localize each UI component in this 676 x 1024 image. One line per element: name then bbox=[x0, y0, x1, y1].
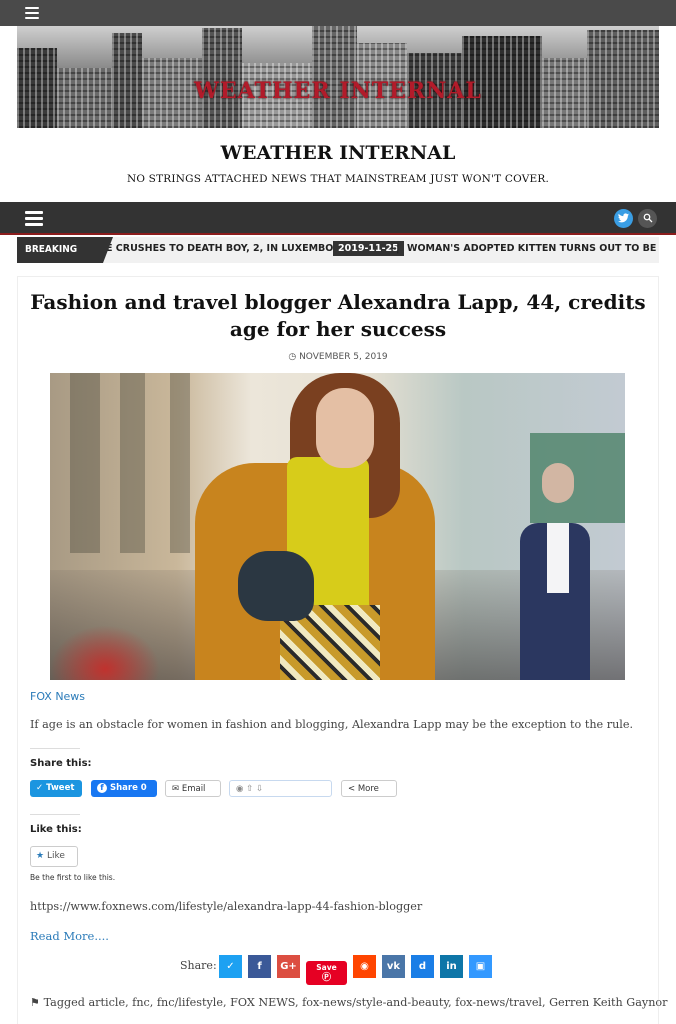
like-button[interactable]: ★ Like bbox=[30, 846, 78, 867]
pinterest-save-label: Save bbox=[316, 963, 337, 972]
first-to-like-text: Be the first to like this. bbox=[30, 873, 116, 882]
ticker-item[interactable]: WOMAN'S ADOPTED KITTEN TURNS OUT TO BE W… bbox=[407, 243, 659, 254]
facebook-share-button[interactable]: f Share 0 bbox=[91, 780, 157, 797]
menu-icon[interactable] bbox=[25, 211, 43, 226]
ticker-date: 2019-11-25 bbox=[333, 241, 404, 256]
share-label: Share: bbox=[180, 959, 217, 972]
article-headline[interactable]: Fashion and travel blogger Alexandra Lap… bbox=[30, 289, 646, 343]
site-title[interactable]: WEATHER INTERNAL bbox=[0, 142, 676, 164]
clock-icon: ◷ bbox=[288, 352, 297, 362]
email-share-button[interactable]: ✉ Email bbox=[165, 780, 221, 797]
header-banner[interactable]: WEATHER INTERNAL bbox=[17, 26, 659, 128]
top-bar bbox=[0, 0, 676, 26]
twitter-share-icon[interactable]: ✓ bbox=[219, 955, 242, 978]
pinterest-icon: Ⓟ bbox=[321, 973, 331, 983]
pinterest-save-button[interactable]: Save Ⓟ bbox=[306, 961, 347, 985]
facebook-share-icon[interactable]: f bbox=[248, 955, 271, 978]
twitter-icon: ✓ bbox=[36, 783, 44, 793]
tag-icon: ⚑ bbox=[30, 996, 41, 1009]
search-icon[interactable] bbox=[638, 209, 657, 228]
post-date-text: NOVEMBER 5, 2019 bbox=[299, 352, 388, 362]
site-description: NO STRINGS ATTACHED NEWS THAT MAINSTREAM… bbox=[126, 173, 550, 185]
source-url: https://www.foxnews.com/lifestyle/alexan… bbox=[30, 900, 423, 913]
facebook-icon: f bbox=[97, 783, 107, 793]
breaking-news-label: BREAKING NEWS bbox=[17, 237, 113, 263]
google-plus-share-icon[interactable]: G+ bbox=[277, 955, 300, 978]
vk-share-icon[interactable]: vk bbox=[382, 955, 405, 978]
linkedin-share-icon[interactable]: in bbox=[440, 955, 463, 978]
envelope-icon: ✉ bbox=[172, 784, 180, 794]
reddit-vote-widget[interactable]: ◉ ⇧ ⇩ bbox=[229, 780, 332, 797]
star-icon: ★ bbox=[36, 851, 45, 861]
delicious-share-icon[interactable]: ▣ bbox=[469, 955, 492, 978]
source-link[interactable]: FOX News bbox=[30, 690, 85, 703]
ticker-separator: | bbox=[396, 243, 400, 254]
top-menu-icon[interactable] bbox=[25, 7, 39, 19]
more-share-button[interactable]: < More bbox=[341, 780, 397, 797]
reddit-share-icon[interactable]: ◉ bbox=[353, 955, 376, 978]
article-excerpt: If age is an obstacle for women in fashi… bbox=[30, 718, 634, 731]
like-heading: Like this: bbox=[30, 814, 82, 835]
reddit-icon: ◉ bbox=[236, 784, 244, 794]
twitter-icon[interactable] bbox=[614, 209, 633, 228]
share-heading: Share this: bbox=[30, 748, 92, 769]
breaking-news-ticker: BREAKING NEWS E CRUSHES TO DEATH BOY, 2,… bbox=[17, 237, 659, 263]
tags-text[interactable]: Tagged article, fnc, fnc/lifestyle, FOX … bbox=[44, 996, 668, 1009]
tags-line: ⚑ Tagged article, fnc, fnc/lifestyle, FO… bbox=[30, 996, 668, 1009]
upvote-icon[interactable]: ⇧ bbox=[246, 784, 253, 794]
tweet-button[interactable]: ✓ Tweet bbox=[30, 780, 82, 797]
downvote-icon[interactable]: ⇩ bbox=[256, 784, 263, 794]
ticker-item[interactable]: E CRUSHES TO DEATH BOY, 2, IN LUXEMBOURG bbox=[106, 243, 356, 254]
banner-title: WEATHER INTERNAL bbox=[194, 78, 482, 104]
main-navbar bbox=[0, 202, 676, 235]
share-icon: < bbox=[348, 784, 356, 794]
read-more-link[interactable]: Read More.... bbox=[30, 929, 109, 943]
post-date: ◷ NOVEMBER 5, 2019 bbox=[0, 352, 676, 362]
digg-share-icon[interactable]: d bbox=[411, 955, 434, 978]
article-image[interactable] bbox=[50, 373, 625, 680]
